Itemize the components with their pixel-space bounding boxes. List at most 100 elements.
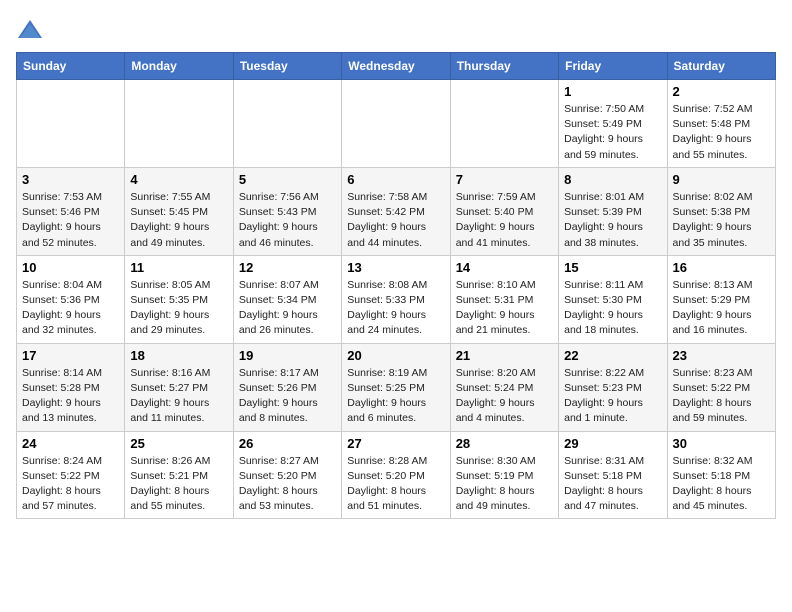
- day-number: 4: [130, 172, 227, 187]
- calendar-day-cell: 23 Sunrise: 8:23 AM Sunset: 5:22 PM Dayli…: [667, 343, 775, 431]
- calendar-day-cell: 14 Sunrise: 8:10 AM Sunset: 5:31 PM Dayli…: [450, 255, 558, 343]
- calendar-day-cell: 21 Sunrise: 8:20 AM Sunset: 5:24 PM Dayli…: [450, 343, 558, 431]
- day-number: 29: [564, 436, 661, 451]
- calendar-day-cell: [342, 80, 450, 168]
- calendar-day-cell: 3 Sunrise: 7:53 AM Sunset: 5:46 PM Daylig…: [17, 167, 125, 255]
- calendar-day-cell: 2 Sunrise: 7:52 AM Sunset: 5:48 PM Daylig…: [667, 80, 775, 168]
- calendar-day-header: Wednesday: [342, 53, 450, 80]
- day-info: Sunrise: 7:50 AM Sunset: 5:49 PM Dayligh…: [564, 102, 661, 163]
- day-number: 2: [673, 84, 770, 99]
- day-number: 16: [673, 260, 770, 275]
- day-info: Sunrise: 8:20 AM Sunset: 5:24 PM Dayligh…: [456, 366, 553, 427]
- calendar-day-cell: [233, 80, 341, 168]
- day-number: 17: [22, 348, 119, 363]
- calendar-day-header: Saturday: [667, 53, 775, 80]
- day-info: Sunrise: 8:10 AM Sunset: 5:31 PM Dayligh…: [456, 278, 553, 339]
- day-info: Sunrise: 8:14 AM Sunset: 5:28 PM Dayligh…: [22, 366, 119, 427]
- calendar-day-cell: 12 Sunrise: 8:07 AM Sunset: 5:34 PM Dayli…: [233, 255, 341, 343]
- calendar-day-cell: 6 Sunrise: 7:58 AM Sunset: 5:42 PM Daylig…: [342, 167, 450, 255]
- day-info: Sunrise: 8:22 AM Sunset: 5:23 PM Dayligh…: [564, 366, 661, 427]
- calendar-day-cell: 18 Sunrise: 8:16 AM Sunset: 5:27 PM Dayli…: [125, 343, 233, 431]
- calendar-day-cell: 11Sunrise: 8:05 AM Sunset: 5:35 PM Dayli…: [125, 255, 233, 343]
- day-info: Sunrise: 8:27 AM Sunset: 5:20 PM Dayligh…: [239, 454, 336, 515]
- day-number: 30: [673, 436, 770, 451]
- calendar-day-cell: 5Sunrise: 7:56 AM Sunset: 5:43 PM Daylig…: [233, 167, 341, 255]
- day-info: Sunrise: 8:04 AM Sunset: 5:36 PM Dayligh…: [22, 278, 119, 339]
- calendar-week-row: 17 Sunrise: 8:14 AM Sunset: 5:28 PM Dayli…: [17, 343, 776, 431]
- day-info: Sunrise: 8:02 AM Sunset: 5:38 PM Dayligh…: [673, 190, 770, 251]
- logo-icon: [16, 16, 44, 44]
- calendar-day-cell: 22 Sunrise: 8:22 AM Sunset: 5:23 PM Dayli…: [559, 343, 667, 431]
- calendar-day-cell: 17 Sunrise: 8:14 AM Sunset: 5:28 PM Dayli…: [17, 343, 125, 431]
- day-info: Sunrise: 7:59 AM Sunset: 5:40 PM Dayligh…: [456, 190, 553, 251]
- day-info: Sunrise: 7:55 AM Sunset: 5:45 PM Dayligh…: [130, 190, 227, 251]
- day-info: Sunrise: 7:58 AM Sunset: 5:42 PM Dayligh…: [347, 190, 444, 251]
- page-header: [16, 16, 776, 44]
- day-number: 9: [673, 172, 770, 187]
- day-info: Sunrise: 8:32 AM Sunset: 5:18 PM Dayligh…: [673, 454, 770, 515]
- day-info: Sunrise: 8:13 AM Sunset: 5:29 PM Dayligh…: [673, 278, 770, 339]
- day-info: Sunrise: 8:28 AM Sunset: 5:20 PM Dayligh…: [347, 454, 444, 515]
- calendar-day-cell: 7Sunrise: 7:59 AM Sunset: 5:40 PM Daylig…: [450, 167, 558, 255]
- calendar-day-cell: 27 Sunrise: 8:28 AM Sunset: 5:20 PM Dayli…: [342, 431, 450, 519]
- calendar-day-cell: 9 Sunrise: 8:02 AM Sunset: 5:38 PM Daylig…: [667, 167, 775, 255]
- day-info: Sunrise: 8:05 AM Sunset: 5:35 PM Dayligh…: [130, 278, 227, 339]
- day-info: Sunrise: 8:31 AM Sunset: 5:18 PM Dayligh…: [564, 454, 661, 515]
- day-number: 28: [456, 436, 553, 451]
- day-info: Sunrise: 8:01 AM Sunset: 5:39 PM Dayligh…: [564, 190, 661, 251]
- calendar-day-cell: 30 Sunrise: 8:32 AM Sunset: 5:18 PM Dayli…: [667, 431, 775, 519]
- day-number: 19: [239, 348, 336, 363]
- day-number: 25: [130, 436, 227, 451]
- day-info: Sunrise: 8:19 AM Sunset: 5:25 PM Dayligh…: [347, 366, 444, 427]
- calendar-day-cell: 13Sunrise: 8:08 AM Sunset: 5:33 PM Dayli…: [342, 255, 450, 343]
- day-number: 8: [564, 172, 661, 187]
- day-info: Sunrise: 8:24 AM Sunset: 5:22 PM Dayligh…: [22, 454, 119, 515]
- calendar-day-cell: 25 Sunrise: 8:26 AM Sunset: 5:21 PM Dayli…: [125, 431, 233, 519]
- day-info: Sunrise: 8:30 AM Sunset: 5:19 PM Dayligh…: [456, 454, 553, 515]
- calendar-day-cell: 26 Sunrise: 8:27 AM Sunset: 5:20 PM Dayli…: [233, 431, 341, 519]
- day-number: 3: [22, 172, 119, 187]
- day-info: Sunrise: 8:17 AM Sunset: 5:26 PM Dayligh…: [239, 366, 336, 427]
- day-info: Sunrise: 8:08 AM Sunset: 5:33 PM Dayligh…: [347, 278, 444, 339]
- calendar-table: SundayMondayTuesdayWednesdayThursdayFrid…: [16, 52, 776, 519]
- calendar-day-cell: 16 Sunrise: 8:13 AM Sunset: 5:29 PM Dayli…: [667, 255, 775, 343]
- day-number: 6: [347, 172, 444, 187]
- day-number: 14: [456, 260, 553, 275]
- day-info: Sunrise: 8:26 AM Sunset: 5:21 PM Dayligh…: [130, 454, 227, 515]
- calendar-day-cell: [17, 80, 125, 168]
- calendar-day-cell: [125, 80, 233, 168]
- calendar-day-cell: 19 Sunrise: 8:17 AM Sunset: 5:26 PM Dayli…: [233, 343, 341, 431]
- day-number: 18: [130, 348, 227, 363]
- day-number: 22: [564, 348, 661, 363]
- day-number: 1: [564, 84, 661, 99]
- day-info: Sunrise: 7:52 AM Sunset: 5:48 PM Dayligh…: [673, 102, 770, 163]
- day-number: 23: [673, 348, 770, 363]
- day-number: 15: [564, 260, 661, 275]
- calendar-day-cell: 8 Sunrise: 8:01 AM Sunset: 5:39 PM Daylig…: [559, 167, 667, 255]
- day-number: 20: [347, 348, 444, 363]
- calendar-day-cell: [450, 80, 558, 168]
- day-number: 5: [239, 172, 336, 187]
- day-info: Sunrise: 7:53 AM Sunset: 5:46 PM Dayligh…: [22, 190, 119, 251]
- calendar-day-cell: 1 Sunrise: 7:50 AM Sunset: 5:49 PM Daylig…: [559, 80, 667, 168]
- calendar-day-header: Sunday: [17, 53, 125, 80]
- calendar-day-header: Tuesday: [233, 53, 341, 80]
- day-number: 27: [347, 436, 444, 451]
- day-number: 12: [239, 260, 336, 275]
- day-number: 10: [22, 260, 119, 275]
- calendar-day-cell: 15 Sunrise: 8:11 AM Sunset: 5:30 PM Dayli…: [559, 255, 667, 343]
- day-number: 26: [239, 436, 336, 451]
- day-info: Sunrise: 8:07 AM Sunset: 5:34 PM Dayligh…: [239, 278, 336, 339]
- calendar-day-cell: 20 Sunrise: 8:19 AM Sunset: 5:25 PM Dayli…: [342, 343, 450, 431]
- day-info: Sunrise: 8:16 AM Sunset: 5:27 PM Dayligh…: [130, 366, 227, 427]
- calendar-day-cell: 24Sunrise: 8:24 AM Sunset: 5:22 PM Dayli…: [17, 431, 125, 519]
- calendar-week-row: 3 Sunrise: 7:53 AM Sunset: 5:46 PM Daylig…: [17, 167, 776, 255]
- calendar-day-cell: 4 Sunrise: 7:55 AM Sunset: 5:45 PM Daylig…: [125, 167, 233, 255]
- calendar-day-cell: 10 Sunrise: 8:04 AM Sunset: 5:36 PM Dayli…: [17, 255, 125, 343]
- calendar-week-row: 24Sunrise: 8:24 AM Sunset: 5:22 PM Dayli…: [17, 431, 776, 519]
- day-info: Sunrise: 8:23 AM Sunset: 5:22 PM Dayligh…: [673, 366, 770, 427]
- day-info: Sunrise: 8:11 AM Sunset: 5:30 PM Dayligh…: [564, 278, 661, 339]
- calendar-header-row: SundayMondayTuesdayWednesdayThursdayFrid…: [17, 53, 776, 80]
- day-number: 21: [456, 348, 553, 363]
- calendar-week-row: 1 Sunrise: 7:50 AM Sunset: 5:49 PM Daylig…: [17, 80, 776, 168]
